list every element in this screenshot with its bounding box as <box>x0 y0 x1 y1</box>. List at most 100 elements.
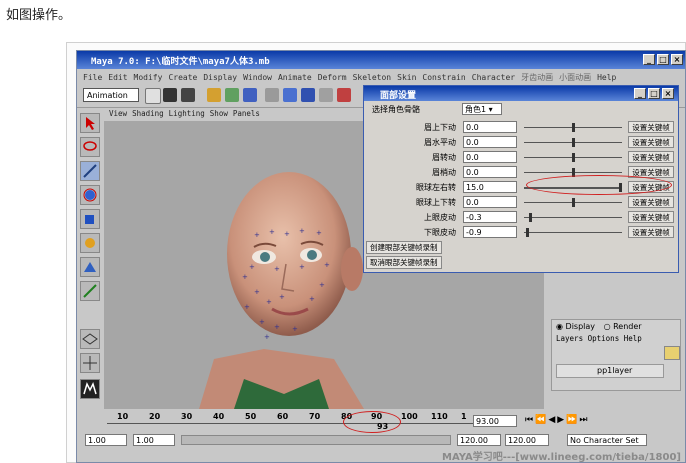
menu-animate[interactable]: Animate <box>278 73 312 82</box>
row-value-field[interactable]: 0.0 <box>463 121 517 133</box>
show-manipulator-icon[interactable] <box>80 281 100 301</box>
menu-help[interactable]: Help <box>597 73 616 82</box>
menu-edit[interactable]: Edit <box>108 73 127 82</box>
menu-teeth-animation[interactable]: 牙齿动画 <box>521 72 553 83</box>
minimize-button[interactable]: _ <box>643 54 655 65</box>
set-key-button[interactable]: 设置关键帧 <box>628 121 674 133</box>
create-eye-key-recording-button[interactable]: 创建眼部关键帧录制 <box>366 241 442 254</box>
dialog-minimize-button[interactable]: _ <box>634 88 646 99</box>
cancel-eye-key-recording-button[interactable]: 取消眼部关键帧录制 <box>366 256 442 269</box>
menu-modify[interactable]: Modify <box>134 73 163 82</box>
snap-curve-icon[interactable] <box>283 88 297 102</box>
go-to-start-icon[interactable]: ⏮ <box>525 415 535 425</box>
rig-select-dropdown[interactable]: 角色1 ▾ <box>462 103 502 115</box>
row-value-field[interactable]: 0.0 <box>463 136 517 148</box>
menuset-dropdown[interactable]: Animation <box>83 88 139 102</box>
character-set-dropdown[interactable]: No Character Set <box>567 434 647 446</box>
rotate-tool-icon[interactable] <box>80 185 100 205</box>
slider-thumb[interactable] <box>528 213 532 222</box>
move-tool-icon[interactable] <box>80 161 100 181</box>
step-forward-icon[interactable]: ⏩ <box>566 415 579 425</box>
time-slider[interactable]: 10 20 30 40 50 60 70 80 90 100 110 1 93 … <box>77 411 685 433</box>
row-slider[interactable] <box>524 232 622 233</box>
select-hierarchy-icon[interactable] <box>207 88 221 102</box>
end-time-field[interactable]: 120.00 <box>505 434 549 446</box>
menu-display[interactable]: Display <box>203 73 237 82</box>
row-label: 眉梢动 <box>432 168 456 177</box>
go-to-end-icon[interactable]: ⏭ <box>579 415 589 425</box>
menu-skeleton[interactable]: Skeleton <box>353 73 392 82</box>
close-button[interactable]: × <box>671 54 683 65</box>
row-value-field[interactable]: 0.0 <box>463 196 517 208</box>
select-tool-icon[interactable] <box>80 113 100 133</box>
open-scene-icon[interactable] <box>163 88 177 102</box>
range-bar[interactable] <box>181 435 451 445</box>
snap-point-icon[interactable] <box>301 88 315 102</box>
dialog-close-button[interactable]: × <box>662 88 674 99</box>
menu-skin[interactable]: Skin <box>397 73 416 82</box>
set-key-button[interactable]: 设置关键帧 <box>628 226 674 238</box>
playback-end-field[interactable]: 120.00 <box>457 434 501 446</box>
maximize-button[interactable]: □ <box>657 54 669 65</box>
menu-character[interactable]: Character <box>472 73 515 82</box>
slider-thumb[interactable] <box>571 138 575 147</box>
row-value-field[interactable]: -0.3 <box>463 211 517 223</box>
row-value-field[interactable]: 0.0 <box>463 166 517 178</box>
slider-thumb[interactable] <box>525 228 529 237</box>
layer-menu-help[interactable]: Help <box>624 334 642 343</box>
scale-tool-icon[interactable] <box>80 209 100 229</box>
four-pane-layout-icon[interactable] <box>80 353 100 373</box>
select-object-icon[interactable] <box>225 88 239 102</box>
select-rig-label: 选择角色骨骼 <box>372 105 420 114</box>
row-value-field[interactable]: -0.9 <box>463 226 517 238</box>
snap-grid-icon[interactable] <box>265 88 279 102</box>
set-key-button[interactable]: 设置关键帧 <box>628 196 674 208</box>
set-key-button[interactable]: 设置关键帧 <box>628 211 674 223</box>
set-key-button[interactable]: 设置关键帧 <box>628 136 674 148</box>
current-time-field[interactable]: 93.00 <box>473 415 517 427</box>
frame-highlight-ellipse <box>343 411 401 433</box>
select-component-icon[interactable] <box>243 88 257 102</box>
layer-menu-options[interactable]: Options <box>588 334 620 343</box>
play-backward-icon[interactable]: ◀ <box>548 415 557 425</box>
row-label: 眉转动 <box>432 153 456 162</box>
layer-menu-layers[interactable]: Layers <box>556 334 583 343</box>
row-label: 眉上下动 <box>424 123 456 132</box>
single-pane-layout-icon[interactable] <box>80 329 100 349</box>
slider-thumb[interactable] <box>571 153 575 162</box>
play-forward-icon[interactable]: ▶ <box>557 415 566 425</box>
svg-text:+: + <box>319 281 325 289</box>
new-scene-icon[interactable] <box>145 88 161 104</box>
menu-constrain[interactable]: Constrain <box>422 73 465 82</box>
layer-row[interactable]: pp1layer <box>556 364 664 378</box>
slider-thumb[interactable] <box>571 123 575 132</box>
start-time-field[interactable]: 1.00 <box>85 434 127 446</box>
row-value-field[interactable]: 0.0 <box>463 151 517 163</box>
save-scene-icon[interactable] <box>181 88 195 102</box>
lasso-tool-icon[interactable] <box>80 137 100 157</box>
menu-face-animation[interactable]: 小面动画 <box>559 72 591 83</box>
menu-window[interactable]: Window <box>243 73 272 82</box>
menu-create[interactable]: Create <box>168 73 197 82</box>
slider-thumb[interactable] <box>619 183 622 192</box>
slider-thumb[interactable] <box>571 198 575 207</box>
svg-text:+: + <box>309 295 315 303</box>
render-icon[interactable] <box>337 88 351 102</box>
step-back-icon[interactable]: ⏪ <box>535 415 548 425</box>
set-key-button[interactable]: 设置关键帧 <box>628 151 674 163</box>
svg-text:+: + <box>284 230 290 238</box>
toolbox <box>77 109 103 409</box>
render-radio[interactable]: ○ <box>604 322 614 331</box>
playback-start-field[interactable]: 1.00 <box>133 434 175 446</box>
menu-deform[interactable]: Deform <box>318 73 347 82</box>
snap-plane-icon[interactable] <box>319 88 333 102</box>
row-value-field[interactable]: 15.0 <box>463 181 517 193</box>
dialog-maximize-button[interactable]: □ <box>648 88 660 99</box>
soft-mod-tool-icon[interactable] <box>80 257 100 277</box>
manipulator-tool-icon[interactable] <box>80 233 100 253</box>
new-layer-icon[interactable] <box>664 346 680 360</box>
row-label: 下眼皮动 <box>424 228 456 237</box>
display-radio[interactable]: ◉ <box>556 322 566 331</box>
row-slider[interactable] <box>524 217 622 218</box>
menu-file[interactable]: File <box>83 73 102 82</box>
